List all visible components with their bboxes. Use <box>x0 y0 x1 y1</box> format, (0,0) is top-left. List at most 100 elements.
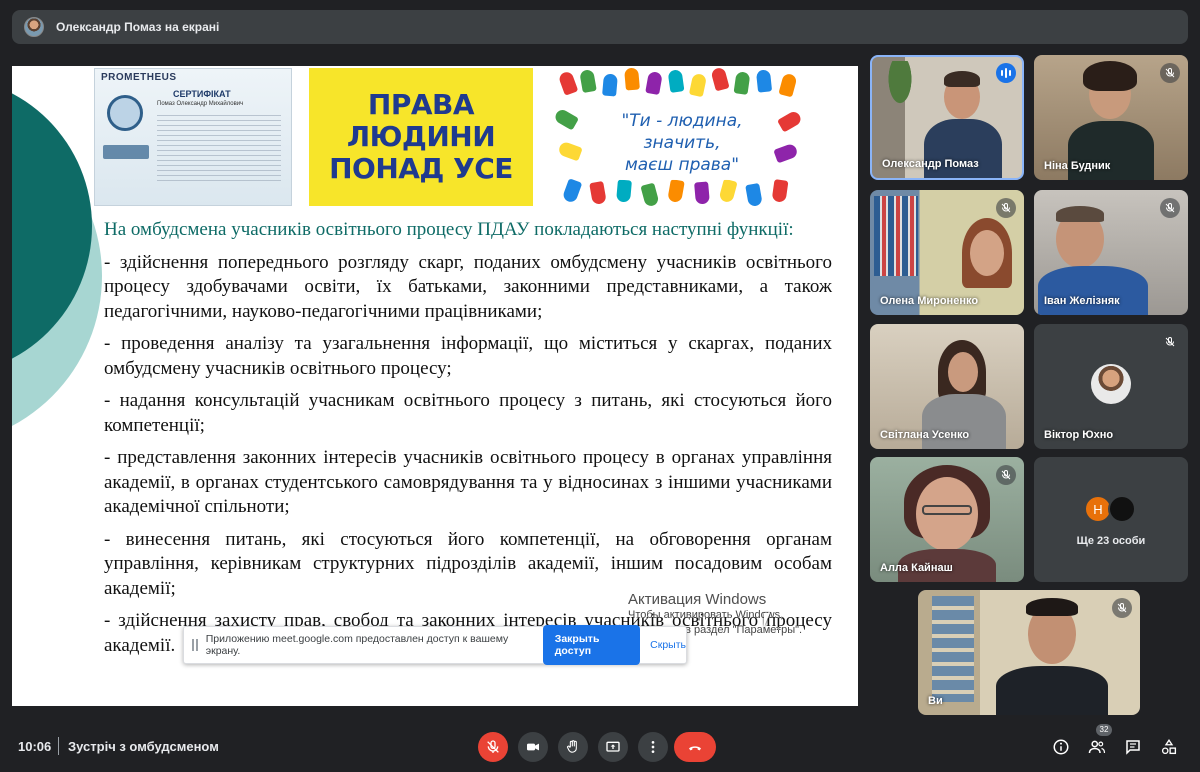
chat-button[interactable] <box>1122 736 1144 758</box>
mic-off-icon <box>996 465 1016 485</box>
hand-icon <box>624 68 640 91</box>
hand-icon <box>771 179 789 203</box>
people-icon <box>1088 740 1106 754</box>
participant-body <box>996 666 1108 715</box>
poster-line: ЛЮДИНИ <box>346 120 496 153</box>
hand-icon <box>776 109 804 133</box>
participant-hair <box>1056 206 1104 222</box>
hand-icon <box>710 68 730 92</box>
quote-line: "Ти - людина, <box>621 111 743 131</box>
slide-item: - винесення питань, які стосуються його … <box>104 528 832 599</box>
call-end-icon <box>689 746 701 751</box>
mic-off-icon <box>1160 332 1180 352</box>
mic-off-button[interactable] <box>478 732 508 762</box>
participant-name: Іван Желізняк <box>1044 295 1120 307</box>
quote-line: значить, <box>643 133 721 153</box>
leave-call-button[interactable] <box>674 732 716 762</box>
cert-brand: PROMETHEUS <box>101 72 177 83</box>
meeting-time: 10:06 <box>18 739 52 754</box>
hands-image: "Ти - людина, значить, маєш права" <box>555 68 809 206</box>
participant-tile[interactable]: Олена Мироненко <box>870 190 1024 315</box>
meeting-controls-bar: 10:06 Зустріч з омбудсменом 32 <box>0 724 1200 772</box>
participant-body <box>1038 266 1148 315</box>
participant-name: Віктор Юхно <box>1044 429 1114 441</box>
meeting-details-button[interactable] <box>1050 736 1072 758</box>
participant-tile[interactable]: Олександр Помаз <box>870 55 1024 180</box>
present-screen-button[interactable] <box>598 732 628 762</box>
slide-item: - представлення законних інтересів учасн… <box>104 447 832 517</box>
hand-icon <box>589 180 607 206</box>
medal-icon <box>107 95 143 131</box>
presenter-label: Олександр Помаз на екрані <box>56 20 220 34</box>
avatar <box>1108 495 1136 523</box>
hand-icon <box>688 72 708 98</box>
participant-name: Олександр Помаз <box>882 158 979 170</box>
hand-icon <box>667 69 685 93</box>
activities-button[interactable] <box>1158 736 1180 758</box>
avatar <box>24 17 44 37</box>
hand-icon <box>567 740 577 753</box>
bookshelf-decor <box>932 596 974 702</box>
glasses-icon <box>922 505 972 515</box>
notice-text: Приложению meet.google.com предоставлен … <box>205 633 509 657</box>
participant-face <box>970 230 1004 276</box>
participant-tile[interactable]: Віктор Юхно <box>1034 324 1188 449</box>
hand-icon <box>579 68 597 94</box>
cert-title: СЕРТИФІКАТ <box>173 89 231 99</box>
poster-line: ПРАВА <box>367 88 475 121</box>
bookshelf-decor <box>874 196 918 276</box>
hand-icon <box>561 178 583 204</box>
hide-notice-link[interactable]: Скрыть <box>650 639 686 651</box>
participant-name: Алла Кайнаш <box>880 562 953 574</box>
hand-icon <box>778 72 798 98</box>
meeting-name: Зустріч з омбудсменом <box>68 739 219 754</box>
camera-button[interactable] <box>518 732 548 762</box>
self-view-tile[interactable]: Ви <box>918 590 1140 715</box>
hand-icon <box>557 140 583 162</box>
more-vert-icon <box>651 741 655 753</box>
drag-handle-icon[interactable] <box>192 639 198 651</box>
certificate-image: PROMETHEUS СЕРТИФІКАТ Помаз Олександр Ми… <box>94 68 292 206</box>
slide-item: - надання консультацій учасникам освітнь… <box>104 390 832 436</box>
participant-name: Олена Мироненко <box>880 295 979 307</box>
mic-off-icon <box>1160 63 1180 83</box>
watermark-line: Чтобы активировать Windows, <box>628 609 784 621</box>
participant-tile[interactable]: Світлана Усенко <box>870 324 1024 449</box>
presentation-header: Олександр Помаз на екрані <box>12 10 1188 44</box>
mic-off-icon <box>1112 598 1132 618</box>
avatar <box>1091 364 1131 404</box>
quote-text: "Ти - людина, значить, маєш права" <box>597 106 767 180</box>
hand-icon <box>667 178 685 204</box>
participant-face <box>948 352 978 392</box>
slide-intro: На омбудсмена учасників освітнього проце… <box>104 219 794 240</box>
stop-sharing-button[interactable]: Закрыть доступ <box>542 625 641 665</box>
participant-name: Ви <box>928 695 943 707</box>
hand-icon <box>555 107 580 131</box>
mic-off-icon <box>1160 198 1180 218</box>
mouse-cursor-icon <box>764 613 770 627</box>
slide-item: - проведення аналізу та узагальнення інф… <box>104 333 832 379</box>
poster-line: ПОНАД УСЕ <box>329 152 513 185</box>
quote-line: маєш права" <box>624 155 740 175</box>
hand-icon <box>616 179 632 203</box>
participant-name: Світлана Усенко <box>880 429 970 441</box>
rights-poster: ПРАВА ЛЮДИНИ ПОНАД УСЕ <box>309 68 533 206</box>
slide-item: - здійснення попереднього розгляду скарг… <box>104 251 832 322</box>
info-icon <box>1053 739 1069 755</box>
more-options-button[interactable] <box>638 732 668 762</box>
participant-body <box>924 119 1002 178</box>
camera-icon <box>527 743 539 751</box>
hand-icon <box>557 70 579 96</box>
participants-count-badge: 32 <box>1096 724 1112 736</box>
participant-tile[interactable]: Іван Желізняк <box>1034 190 1188 315</box>
hand-icon <box>745 182 763 206</box>
participant-hair <box>1026 598 1078 616</box>
plant-decor <box>880 61 920 121</box>
hand-icon <box>645 70 663 96</box>
raise-hand-button[interactable] <box>558 732 588 762</box>
participant-tile[interactable]: Алла Кайнаш <box>870 457 1024 582</box>
participant-tile[interactable]: Ніна Будник <box>1034 55 1188 180</box>
hand-icon <box>773 142 799 164</box>
more-participants-tile[interactable]: Н Ще 23 особи <box>1034 457 1188 582</box>
participants-button[interactable] <box>1086 736 1108 758</box>
